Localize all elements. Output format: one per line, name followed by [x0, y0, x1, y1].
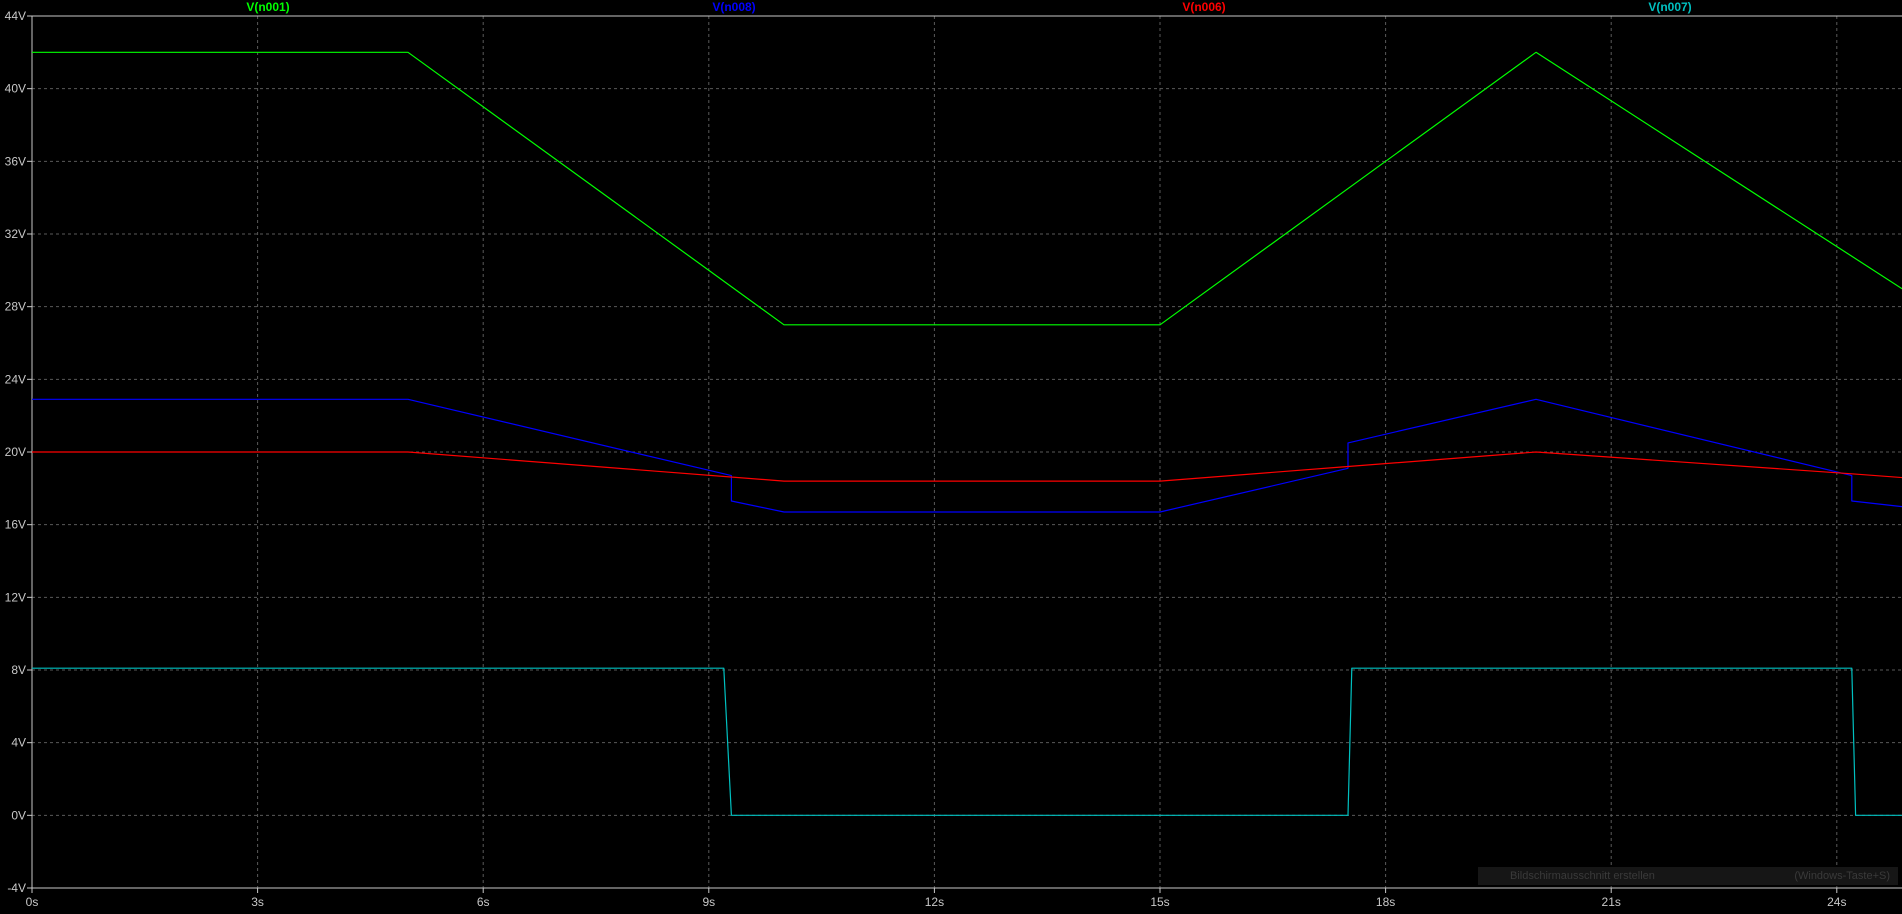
y-tick-label: 8V	[11, 663, 26, 677]
screenshot-tooltip: Bildschirmausschnitt erstellen (Windows-…	[1478, 867, 1898, 885]
x-tick-label: 9s	[702, 895, 715, 909]
x-tick-label: 24s	[1827, 895, 1846, 909]
y-tick-label: 12V	[5, 590, 26, 604]
legend-entry: V(n008)	[712, 0, 755, 14]
legend-entry: V(n001)	[246, 0, 289, 14]
y-tick-label: 16V	[5, 518, 26, 532]
y-tick-label: 44V	[5, 9, 26, 23]
legend-entry: V(n007)	[1648, 0, 1691, 14]
y-tick-label: 4V	[11, 736, 26, 750]
y-tick-label: 24V	[5, 372, 26, 386]
legend-entry: V(n006)	[1182, 0, 1225, 14]
x-tick-label: 0s	[26, 895, 39, 909]
x-tick-label: 15s	[1150, 895, 1169, 909]
x-tick-label: 12s	[925, 895, 944, 909]
x-tick-label: 6s	[477, 895, 490, 909]
tooltip-action-text: Bildschirmausschnitt erstellen	[1510, 870, 1655, 882]
y-tick-label: 36V	[5, 154, 26, 168]
y-tick-label: 28V	[5, 300, 26, 314]
y-tick-label: 32V	[5, 227, 26, 241]
y-tick-label: -4V	[7, 881, 26, 895]
y-tick-label: 0V	[11, 808, 26, 822]
x-tick-label: 3s	[251, 895, 264, 909]
x-tick-label: 21s	[1602, 895, 1621, 909]
x-tick-label: 18s	[1376, 895, 1395, 909]
waveform-plot: 0s 3s 6s 9s 12s 15s 18s 21s 24s -4V 0V 4V 8V 12V 16V 2…	[0, 0, 1902, 914]
tooltip-shortcut-text: (Windows-Taste+S)	[1794, 870, 1890, 882]
y-tick-label: 40V	[5, 82, 26, 96]
y-tick-label: 20V	[5, 445, 26, 459]
